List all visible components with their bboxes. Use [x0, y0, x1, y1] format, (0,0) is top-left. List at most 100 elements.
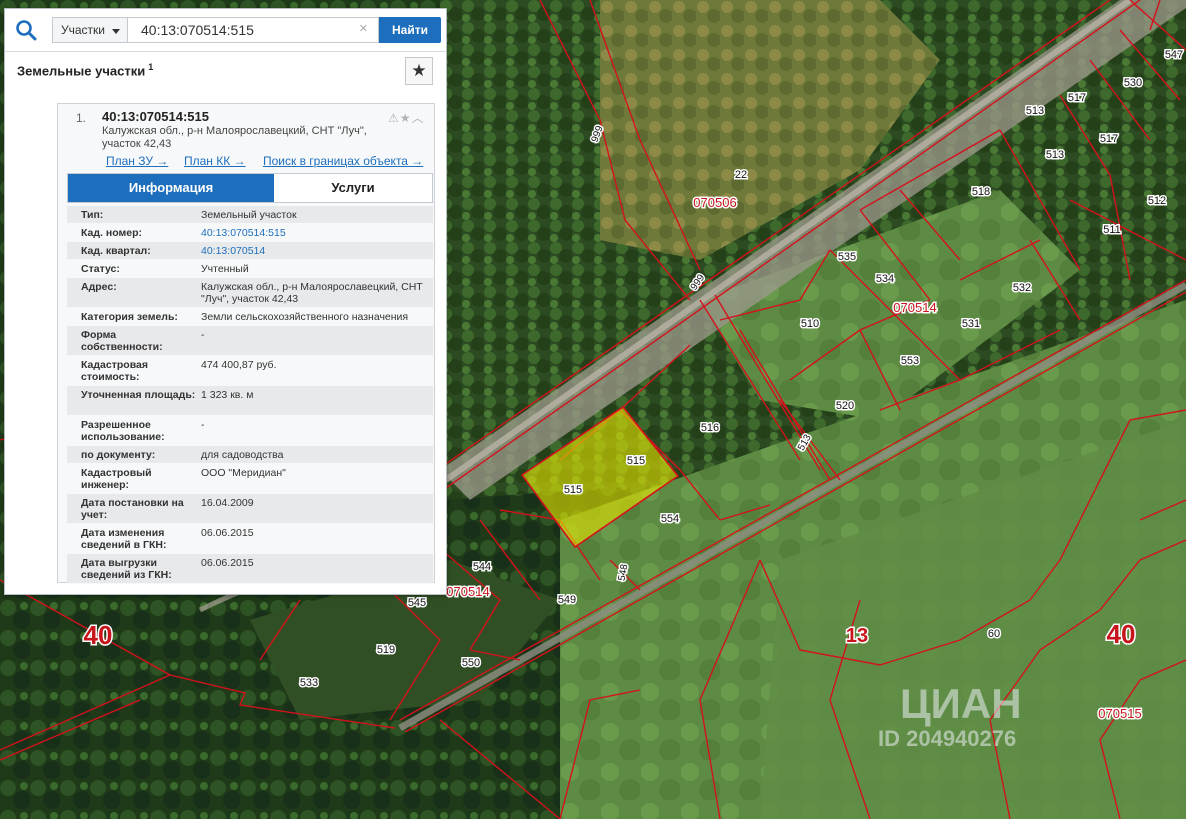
info-row: Разрешенное использование: - — [67, 416, 433, 446]
parcel-label: 517 — [1068, 92, 1086, 104]
parcel-label: 530 — [1124, 77, 1142, 89]
parcel-label: 519 — [377, 644, 395, 656]
quarter-label: 070514 — [893, 300, 936, 315]
info-key: Форма собственности: — [81, 329, 163, 353]
info-value: 1 323 кв. м — [201, 389, 254, 401]
search-input[interactable]: 40:13:070514:515 — [128, 17, 379, 43]
results-header: Земельные участки 1 — [15, 57, 435, 93]
info-key: Уточненная площадь: — [81, 389, 196, 401]
quarter-label: 070514 — [446, 584, 489, 599]
info-row: Дата выгрузки сведений из ГКН: 06.06.2015 — [67, 554, 433, 584]
parcel-label: 545 — [408, 597, 426, 609]
info-value: 16.04.2009 — [201, 497, 254, 509]
clear-icon[interactable]: × — [359, 20, 368, 38]
category-select-value: Участки — [61, 23, 105, 37]
warning-icon[interactable]: ⚠ — [388, 111, 400, 125]
parcel-label: 544 — [473, 561, 491, 573]
info-value: - — [201, 329, 205, 341]
info-value[interactable]: 40:13:070514:515 — [201, 227, 429, 239]
results-count: 1 — [148, 62, 154, 72]
search-icon[interactable] — [15, 19, 37, 41]
parcel-label: 534 — [876, 273, 894, 285]
info-value: 06.06.2015 — [201, 527, 254, 539]
quarter-label: 070515 — [1098, 706, 1141, 721]
search-bar: Участки 40:13:070514:515 × Найти — [5, 9, 446, 52]
info-row: Кад. номер: 40:13:070514:515 — [67, 224, 433, 242]
info-value[interactable]: 40:13:070514 — [201, 245, 429, 257]
star-icon[interactable]: ★ — [400, 111, 412, 125]
parcel-label: 515 — [627, 455, 645, 467]
info-key: Разрешенное использование: — [81, 419, 165, 443]
parcel-label: 532 — [1013, 282, 1031, 294]
result-address: Калужская обл., р-н Малоярославецкий, СН… — [102, 125, 367, 150]
parcel-label: 513 — [1026, 105, 1044, 117]
info-key: Категория земель: — [81, 311, 178, 323]
watermark-id: ID 204940276 — [878, 726, 1016, 751]
info-value: Калужская обл., р-н Малоярославецкий, СН… — [201, 281, 423, 305]
tab-information[interactable]: Информация — [68, 174, 274, 202]
watermark-brand: ЦИАН — [900, 680, 1022, 727]
info-key: по документу: — [81, 449, 156, 461]
info-key: Тип: — [81, 209, 104, 221]
info-row: Дата постановки на учет: 16.04.2009 — [67, 494, 433, 524]
result-actions: ⚠★︿ — [388, 109, 425, 126]
parcel-label: 513 — [1046, 149, 1064, 161]
result-cad-number[interactable]: 40:13:070514:515 — [102, 109, 209, 124]
info-key: Дата изменения сведений в ГКН: — [81, 527, 167, 551]
parcel-label: 510 — [801, 318, 819, 330]
parcel-label: 511 — [1103, 224, 1121, 236]
info-row: Статус: Учтенный — [67, 260, 433, 278]
tab-services[interactable]: Услуги — [274, 174, 432, 202]
parcel-label: 553 — [901, 355, 919, 367]
tabs: Информация Услуги — [67, 173, 433, 203]
info-value: Учтенный — [201, 263, 249, 275]
result-card: 1. 40:13:070514:515 Калужская обл., р-н … — [57, 103, 435, 584]
info-value: Земли сельскохозяйственного назначения — [201, 311, 409, 323]
find-button[interactable]: Найти — [379, 17, 441, 43]
parcel-label: 60 — [988, 628, 1000, 640]
parcel-label: 535 — [838, 251, 856, 263]
parcel-label: 550 — [462, 657, 480, 669]
cian-watermark: ЦИАН ID 204940276 — [878, 680, 1022, 751]
info-value: ООО "Меридиан" — [201, 467, 286, 479]
info-row: Кадастровая стоимость: 474 400,87 руб. — [67, 356, 433, 386]
info-key: Адрес: — [81, 281, 117, 293]
info-key: Статус: — [81, 263, 120, 275]
info-key: Дата постановки на учет: — [81, 497, 184, 521]
info-key: Кадастровый инженер: — [81, 467, 152, 491]
link-plan-kk[interactable]: План КК → — [184, 154, 246, 168]
parcel-label: 512 — [1148, 195, 1166, 207]
parcel-label: 520 — [836, 400, 854, 412]
info-value: - — [201, 419, 205, 431]
parcel-label: 533 — [300, 677, 318, 689]
info-value: Земельный участок — [201, 209, 297, 221]
parcel-label: 547 — [1165, 49, 1183, 61]
info-table: Тип: Земельный участок Кад. номер: 40:13:07… — [67, 206, 433, 584]
info-row: Уточненная площадь: 1 323 кв. м — [67, 386, 433, 416]
results-title: Земельные участки 1 — [17, 62, 154, 79]
link-plan-zu[interactable]: План ЗУ → — [106, 154, 168, 168]
parcel-label: 22 — [735, 169, 747, 181]
parcel-label: 554 — [661, 513, 679, 525]
info-row: Форма собственности: - — [67, 326, 433, 356]
parcel-label: 531 — [962, 318, 980, 330]
favorites-star-button[interactable]: ★ — [405, 57, 433, 85]
parcel-label: 516 — [701, 422, 719, 434]
parcel-label: 549 — [558, 594, 576, 606]
info-row: Кад. квартал: 40:13:070514 — [67, 242, 433, 260]
parcel-label: 515 — [564, 484, 582, 496]
info-key: Кад. номер: — [81, 227, 143, 239]
link-search-within-object[interactable]: Поиск в границах объекта → — [263, 154, 423, 168]
quarter-label: 070506 — [693, 195, 736, 210]
info-row: по документу: для садоводства — [67, 446, 433, 464]
info-row: Адрес: Калужская обл., р-н Малоярославецк… — [67, 278, 433, 308]
district-label: 40 — [84, 620, 113, 650]
info-value: 06.06.2015 — [201, 557, 254, 569]
star-icon: ★ — [411, 61, 427, 80]
chevron-up-icon[interactable]: ︿ — [412, 111, 425, 125]
category-select[interactable]: Участки — [52, 17, 128, 43]
info-row: Кадастровый инженер: ООО "Меридиан" — [67, 464, 433, 494]
search-panel: Участки 40:13:070514:515 × Найти Земельн… — [4, 8, 447, 595]
chevron-down-icon — [112, 29, 120, 34]
info-key: Дата выгрузки сведений из ГКН: — [81, 557, 172, 581]
